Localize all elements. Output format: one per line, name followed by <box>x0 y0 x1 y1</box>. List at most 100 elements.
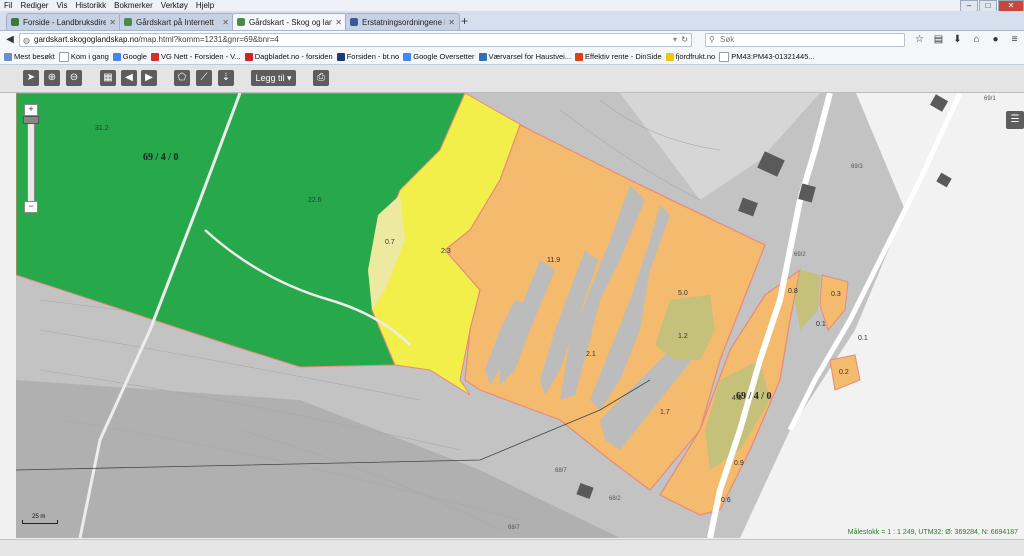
chat-icon[interactable]: ● <box>986 33 1005 47</box>
bt-icon <box>336 52 345 61</box>
scale-label: 25 m <box>32 514 46 520</box>
bookmark-label: Dagbladet.no - forsiden <box>254 52 333 61</box>
neighbor-parcel-label: 69/1 <box>984 96 996 102</box>
zoom-out-button[interactable]: − <box>24 201 38 213</box>
zoom-in-button[interactable]: + <box>24 104 38 116</box>
area-label: 0.6 <box>721 497 731 504</box>
yr-icon <box>478 52 487 61</box>
menu-history[interactable]: Historikk <box>71 0 110 11</box>
zoom-out-tool-icon[interactable]: ⊖ <box>66 70 82 86</box>
home-icon[interactable]: ⌂ <box>967 33 986 47</box>
bookmark-label: Kom i gang <box>70 52 109 61</box>
bookmark-item[interactable]: Dagbladet.no - forsiden <box>244 52 333 61</box>
tab-close-icon[interactable]: ✕ <box>448 18 455 27</box>
page-icon <box>719 51 730 62</box>
add-button[interactable]: Legg til ▾ <box>251 70 296 86</box>
parcel-label: 69 / 4 / 0 <box>143 152 179 163</box>
neighbor-parcel-label: 69/2 <box>794 252 806 258</box>
tab-bar: Forside - Landbruksdirekto... ✕ Gårdskar… <box>0 11 1024 31</box>
area-label: 0.7 <box>385 239 395 246</box>
info-point-icon[interactable]: ⇣ <box>218 70 234 86</box>
bookmark-label: Mest besøkt <box>14 52 55 61</box>
bookmarks-bar: Mest besøkt Kom i gang Google VG Nett - … <box>0 49 1024 65</box>
layers-menu-icon[interactable]: ☰ <box>1006 111 1024 129</box>
tab-favicon-icon <box>11 18 19 26</box>
menu-bookmarks[interactable]: Bokmerker <box>110 0 157 11</box>
tab-landbruksdirektoratet[interactable]: Forside - Landbruksdirekto... ✕ <box>6 13 121 30</box>
vg-icon <box>150 52 159 61</box>
back-arrow-icon[interactable]: ◀ <box>3 33 17 47</box>
area-label: 31.2 <box>95 125 109 132</box>
area-label: 0.1 <box>816 321 826 328</box>
nav-icons: ☆ ▤ ⬇ ⌂ ● ≡ <box>910 33 1024 47</box>
google-icon <box>112 52 121 61</box>
menu-view[interactable]: Vis <box>52 0 71 11</box>
search-placeholder: Søk <box>720 35 735 44</box>
map-canvas[interactable]: 69 / 4 / 0 69 / 4 / 0 31.2 22.6 0.7 2.3 … <box>16 93 1024 538</box>
area-label: 5.0 <box>678 290 688 297</box>
measure-area-icon[interactable]: ⬠ <box>174 70 190 86</box>
bookmark-item[interactable]: Google <box>112 52 147 61</box>
pointer-tool-icon[interactable]: ➤ <box>23 70 39 86</box>
menu-bar: Fil Rediger Vis Historikk Bokmerker Verk… <box>0 0 1024 11</box>
bookmark-item[interactable]: fjordfrukt.no <box>665 52 715 61</box>
clipboard-icon[interactable]: ▤ <box>929 33 948 47</box>
bookmark-label: PM43:PM43-01321445... <box>731 52 815 61</box>
navigation-bar: ◀ ◍ gardskart.skogoglandskap.no/map.html… <box>0 31 1024 49</box>
url-host: gardskart.skogoglandskap.no <box>34 35 139 44</box>
area-label: 0.1 <box>858 335 868 342</box>
area-label: 0.3 <box>831 291 841 298</box>
tab-favicon-icon <box>124 18 132 26</box>
area-label: 22.6 <box>308 197 322 204</box>
measure-line-icon[interactable]: ⟋ <box>196 70 212 86</box>
area-label: 0.8 <box>788 288 798 295</box>
tab-label: Gårdskart på Internett <box>136 17 214 27</box>
area-label: 11.9 <box>547 257 561 264</box>
zoom-slider-handle[interactable] <box>23 116 39 124</box>
bookmark-item[interactable]: Mest besøkt <box>4 52 55 61</box>
menu-edit[interactable]: Rediger <box>16 0 52 11</box>
bookmark-label: VG Nett - Forsiden - V... <box>160 52 241 61</box>
bookmark-star-icon[interactable]: ☆ <box>910 33 929 47</box>
scale-line <box>22 520 58 524</box>
bookmark-item[interactable]: Forsiden - bt.no <box>336 52 399 61</box>
reload-icon[interactable]: ↻ <box>681 34 688 46</box>
translate-icon <box>403 52 412 61</box>
map-overview-icon[interactable]: ▦ <box>100 70 116 86</box>
print-icon[interactable]: ⎙ <box>313 70 329 86</box>
tab-close-icon[interactable]: ✕ <box>109 18 116 27</box>
bookmark-item[interactable]: Værvarsel for Haustvei... <box>478 52 572 61</box>
download-icon[interactable]: ⬇ <box>948 33 967 47</box>
bookmark-item[interactable]: Kom i gang <box>58 51 109 62</box>
url-dropdown-icon[interactable]: ▾ <box>673 34 677 46</box>
next-extent-icon[interactable]: ▶ <box>141 70 157 86</box>
bookmark-item[interactable]: Effektiv rente - DinSide <box>575 52 662 61</box>
bookmark-icon <box>4 52 12 61</box>
new-tab-button[interactable]: + <box>461 14 468 28</box>
area-label: 2.1 <box>586 351 596 358</box>
zoom-in-tool-icon[interactable]: ⊕ <box>44 70 60 86</box>
bookmark-label: Værvarsel for Haustvei... <box>488 52 572 61</box>
menu-file[interactable]: Fil <box>0 0 16 11</box>
hamburger-menu-icon[interactable]: ≡ <box>1005 33 1024 47</box>
bookmark-item[interactable]: Google Oversetter <box>403 52 475 61</box>
url-bar[interactable]: ◍ gardskart.skogoglandskap.no/map.html?k… <box>19 33 692 47</box>
add-button-label: Legg til <box>255 73 285 83</box>
area-label: 1.7 <box>660 409 670 416</box>
search-input[interactable]: ⚲ Søk <box>705 33 905 47</box>
bookmark-label: Google Oversetter <box>413 52 475 61</box>
menu-help[interactable]: Hjelp <box>192 0 218 11</box>
bookmark-label: Google <box>122 52 147 61</box>
bookmark-item[interactable]: PM43:PM43-01321445... <box>719 51 815 62</box>
tab-label: Erstatningsordningene i la... <box>362 17 445 27</box>
menu-tools[interactable]: Verktøy <box>157 0 192 11</box>
area-label: 4.0 <box>732 395 742 402</box>
tab-gardskart-internett[interactable]: Gårdskart på Internett ✕ <box>119 13 234 30</box>
tab-close-icon[interactable]: ✕ <box>335 18 342 27</box>
tab-close-icon[interactable]: ✕ <box>222 18 229 27</box>
tab-erstatningsordningene[interactable]: Erstatningsordningene i la... ✕ <box>345 13 460 30</box>
bookmark-item[interactable]: VG Nett - Forsiden - V... <box>150 52 241 61</box>
dinside-icon <box>575 52 584 61</box>
previous-extent-icon[interactable]: ◀ <box>121 70 137 86</box>
tab-gardskart-skog[interactable]: Gårdskart - Skog og landskap ✕ <box>232 13 347 30</box>
